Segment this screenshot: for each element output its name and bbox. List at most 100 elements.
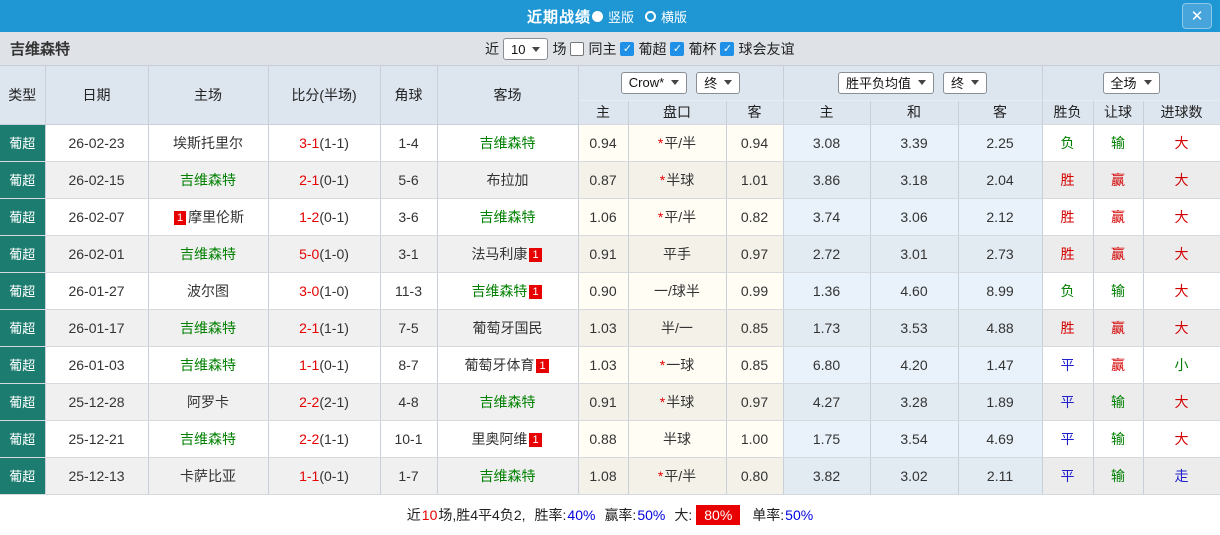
result-goals: 大	[1143, 383, 1220, 421]
radio-horizontal-label[interactable]: 横版	[661, 7, 687, 26]
radio-vertical-label[interactable]: 竖版	[608, 7, 634, 26]
league-checkbox-friendly[interactable]: ✓	[720, 42, 735, 56]
league-cell: 葡超	[0, 457, 46, 495]
halftime-score: (2-1)	[319, 393, 349, 410]
close-button[interactable]: ✕	[1182, 3, 1212, 29]
home-cell: 吉维森特	[148, 309, 269, 347]
home-team-name[interactable]: 埃斯托里尔	[173, 135, 243, 151]
col-header-avg-home: 主	[783, 100, 871, 125]
line-text: 平/半	[664, 134, 697, 151]
home-team-name[interactable]: 卡萨比亚	[180, 468, 236, 484]
line-text: 平手	[663, 245, 691, 262]
away-badge: 1	[529, 284, 542, 299]
away-team-name[interactable]: 吉维森特	[480, 394, 536, 410]
score-cell: 2-1(1-1)	[268, 309, 381, 347]
col-header-wdl: 胜负	[1042, 100, 1094, 125]
single-rate-value: 50%	[785, 506, 814, 523]
home-team-name[interactable]: 吉维森特	[180, 172, 236, 188]
line-star: *	[657, 208, 664, 225]
score-cell: 2-2(2-1)	[268, 383, 381, 421]
result-goals: 小	[1143, 346, 1220, 384]
away-team-name[interactable]: 法马利康	[471, 246, 527, 262]
summary-footer: 近 10 场,胜4平4负2, 胜率: 40% 赢率: 50% 大: 80% 单率…	[0, 494, 1220, 535]
score-cell: 3-1(1-1)	[268, 124, 381, 162]
avg-time-select[interactable]: 终	[943, 71, 988, 94]
avg-away-cell: 2.73	[958, 235, 1043, 273]
away-team-name[interactable]: 葡萄牙体育	[464, 357, 534, 373]
away-team-name[interactable]: 葡萄牙国民	[473, 320, 543, 336]
odds-line-cell: *平/半	[628, 124, 727, 162]
col-header-odds-line: 盘口	[628, 100, 727, 125]
home-team-name[interactable]: 吉维森特	[180, 320, 236, 336]
home-cell: 阿罗卡	[148, 383, 269, 421]
odds-line-cell: *平/半	[628, 198, 727, 236]
summary-record: 场,胜4平4负2,	[438, 506, 526, 523]
summary-count: 10	[421, 506, 438, 523]
col-header-odds-home: 主	[578, 100, 629, 125]
result-goals: 大	[1143, 420, 1220, 458]
home-team-name[interactable]: 阿罗卡	[187, 394, 229, 410]
handicap-rate-value: 50%	[637, 506, 666, 523]
col-header-away: 客场	[437, 66, 579, 125]
col-header-date: 日期	[45, 66, 149, 125]
halftime-score: (1-0)	[319, 245, 349, 262]
away-team-name[interactable]: 吉维森特	[471, 283, 527, 299]
corner-cell: 11-3	[380, 272, 438, 310]
odds-line-cell: *半球	[628, 161, 727, 199]
away-cell: 吉维森特	[437, 124, 579, 162]
league-checkbox-liga[interactable]: ✓	[620, 42, 635, 56]
bookmaker-select[interactable]: Crow*	[620, 71, 688, 94]
avg-type-select[interactable]: 胜平负均值	[838, 71, 935, 94]
result-wdl: 胜	[1042, 198, 1094, 236]
fulltime-score: 3-1	[299, 134, 320, 151]
radio-horizontal-icon[interactable]	[645, 10, 656, 22]
odds-time-value: 终	[704, 76, 718, 92]
away-badge: 1	[529, 247, 542, 262]
radio-vertical-selected-icon[interactable]	[591, 10, 603, 22]
score-cell: 2-2(1-1)	[268, 420, 381, 458]
avg-home-cell: 3.74	[783, 198, 871, 236]
page-title: 近期战绩	[526, 8, 591, 26]
result-goals: 大	[1143, 198, 1220, 236]
away-team-name[interactable]: 吉维森特	[480, 209, 536, 225]
avg-draw-cell: 3.39	[870, 124, 959, 162]
corner-cell: 1-4	[380, 124, 438, 162]
league-checkbox-cup[interactable]: ✓	[670, 42, 685, 56]
away-team-name[interactable]: 布拉加	[487, 172, 529, 188]
halftime-score: (0-1)	[319, 208, 349, 225]
chevron-down-icon	[724, 80, 733, 86]
result-goals: 大	[1143, 235, 1220, 273]
home-team-name[interactable]: 吉维森特	[180, 431, 236, 447]
match-count-select[interactable]: 10	[503, 38, 549, 60]
league-cell: 葡超	[0, 346, 46, 384]
away-team-name[interactable]: 里奥阿维	[471, 431, 527, 447]
near-label: 近	[485, 41, 499, 57]
halftime-score: (0-1)	[319, 467, 349, 484]
away-team-name[interactable]: 吉维森特	[480, 135, 536, 151]
score-cell: 2-1(0-1)	[268, 161, 381, 199]
chevron-down-icon	[918, 80, 927, 86]
odds-line-cell: *平/半	[628, 457, 727, 495]
avg-home-cell: 3.86	[783, 161, 871, 199]
chevron-down-icon	[1143, 80, 1152, 86]
score-cell: 1-1(0-1)	[268, 457, 381, 495]
avg-dropdown-group: 胜平负均值 终	[783, 66, 1043, 101]
home-team-name[interactable]: 波尔图	[187, 283, 229, 299]
scope-select[interactable]: 全场	[1102, 71, 1160, 94]
result-wdl: 胜	[1042, 309, 1094, 347]
home-team-name[interactable]: 摩里伦斯	[188, 209, 244, 225]
same-home-checkbox[interactable]	[570, 42, 585, 56]
home-team-name[interactable]: 吉维森特	[180, 246, 236, 262]
result-handicap: 输	[1093, 124, 1144, 162]
halftime-score: (1-0)	[319, 282, 349, 299]
away-team-name[interactable]: 吉维森特	[480, 468, 536, 484]
league-cell: 葡超	[0, 383, 46, 421]
home-team-name[interactable]: 吉维森特	[180, 357, 236, 373]
single-rate-label: 单率:	[752, 506, 785, 523]
corner-cell: 4-8	[380, 383, 438, 421]
odds-time-select[interactable]: 终	[696, 71, 741, 94]
result-wdl: 平	[1042, 420, 1094, 458]
odds-away-cell: 0.85	[726, 309, 784, 347]
filter-bar: 吉维森特 近 10 场 同主 ✓ 葡超 ✓ 葡杯 ✓ 球会友谊	[0, 32, 1220, 66]
result-wdl: 胜	[1042, 235, 1094, 273]
